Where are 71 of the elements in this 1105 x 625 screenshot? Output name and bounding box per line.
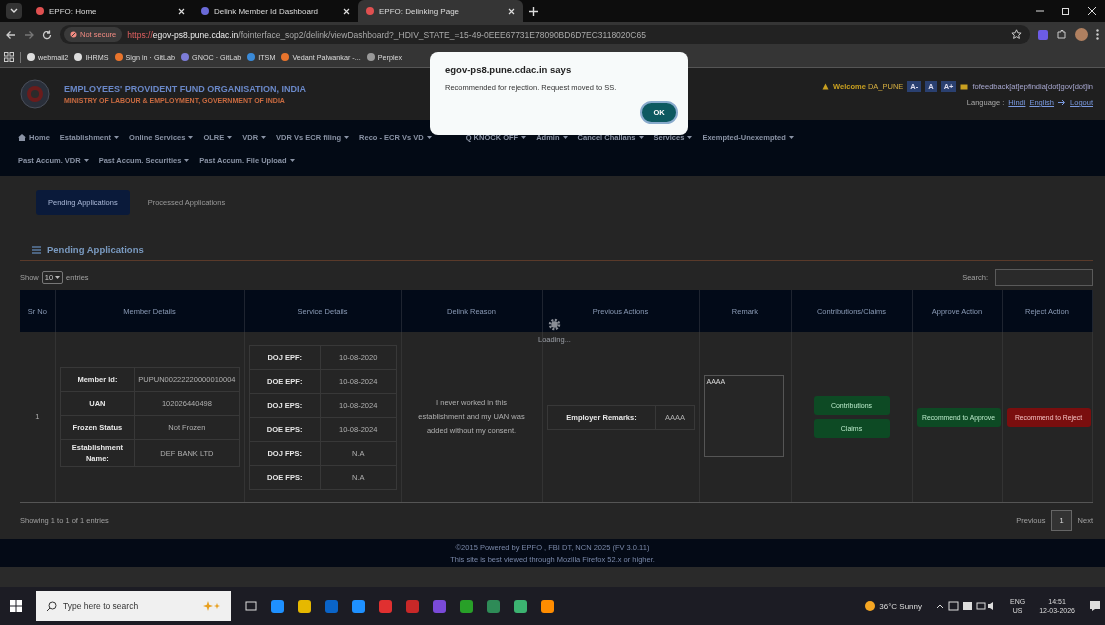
logout-icon [1058,99,1067,106]
caret-icon [344,136,350,139]
bookmark-favicon-icon [281,53,290,61]
forward-icon[interactable] [24,29,34,40]
caret-icon [55,275,61,279]
dialog-title: egov-ps8.pune.cdac.in says [445,64,573,75]
reload-icon[interactable] [42,29,52,40]
tab-search-button[interactable] [6,3,22,19]
taskbar-app-icon[interactable] [352,599,365,613]
search-input[interactable] [995,268,1093,286]
bookmark-favicon-icon [114,53,123,61]
caret-icon [426,136,432,139]
warning-icon [70,31,77,38]
restore-icon[interactable] [1061,6,1071,16]
caret-icon [227,136,233,139]
profile-avatar[interactable] [1075,28,1088,41]
notification-icon[interactable] [1089,600,1101,612]
home-icon [18,134,26,141]
puzzle-icon[interactable] [1056,29,1067,40]
caret-icon [114,136,120,139]
favicon-icon [201,7,209,15]
taskbar-app-icon[interactable] [487,599,500,613]
browser-tab[interactable]: Delink Member Id Dashboard [193,0,358,22]
taskbar-search-field[interactable]: Type here to search [36,591,231,621]
user-icon [822,83,830,90]
caret-icon [788,136,794,139]
taskbar-app-icon[interactable] [514,599,527,613]
task-view-icon[interactable] [245,600,257,612]
back-icon[interactable] [6,29,16,40]
favicon-icon [366,7,374,15]
emblem-logo [20,79,50,109]
extension-icon[interactable] [1038,29,1048,40]
close-icon[interactable] [178,7,185,15]
windows-start-icon[interactable] [10,600,22,612]
taskbar-app-icon[interactable] [379,599,392,613]
menu-icon[interactable] [1096,29,1099,40]
section-title: Pending Applications [47,244,144,255]
caret-icon [687,136,693,139]
system-tray-icons[interactable] [936,601,996,611]
apps-grid-icon[interactable] [4,52,14,62]
caret-icon [188,136,194,139]
weather-widget[interactable]: 36°C Sunny [879,601,922,611]
list-icon [32,245,41,254]
close-icon[interactable] [1087,6,1097,16]
favicon-icon [36,7,44,15]
bookmark-favicon-icon [366,53,375,61]
browser-tab[interactable]: EPFO: Delinking Page [358,0,523,22]
caret-icon [261,136,267,139]
bookmark-favicon-icon [181,53,190,61]
sparkle-icon [203,601,221,611]
close-icon[interactable] [508,7,515,15]
caret-icon [184,159,190,162]
taskbar-app-icon[interactable] [271,599,284,613]
caret-icon [83,159,89,162]
taskbar-app-icon[interactable] [541,599,554,613]
star-icon[interactable] [1011,29,1022,40]
plus-icon[interactable] [529,6,538,16]
bookmark-favicon-icon [27,53,35,61]
mail-icon [960,83,969,90]
gear-icon [547,318,561,331]
caret-icon [289,159,295,162]
taskbar-app-icon[interactable] [460,599,473,613]
close-icon[interactable] [343,7,350,15]
chevron-icon [10,8,18,14]
sun-icon [865,601,876,611]
taskbar-app-icon[interactable] [298,599,311,613]
browser-tab[interactable]: EPFO: Home [28,0,193,22]
organisation-name: EMPLOYEES' PROVIDENT FUND ORGANISATION, INDIA [64,84,306,94]
search-icon [46,600,57,612]
bookmark-favicon-icon [247,53,256,61]
bookmark-favicon-icon [74,53,83,61]
